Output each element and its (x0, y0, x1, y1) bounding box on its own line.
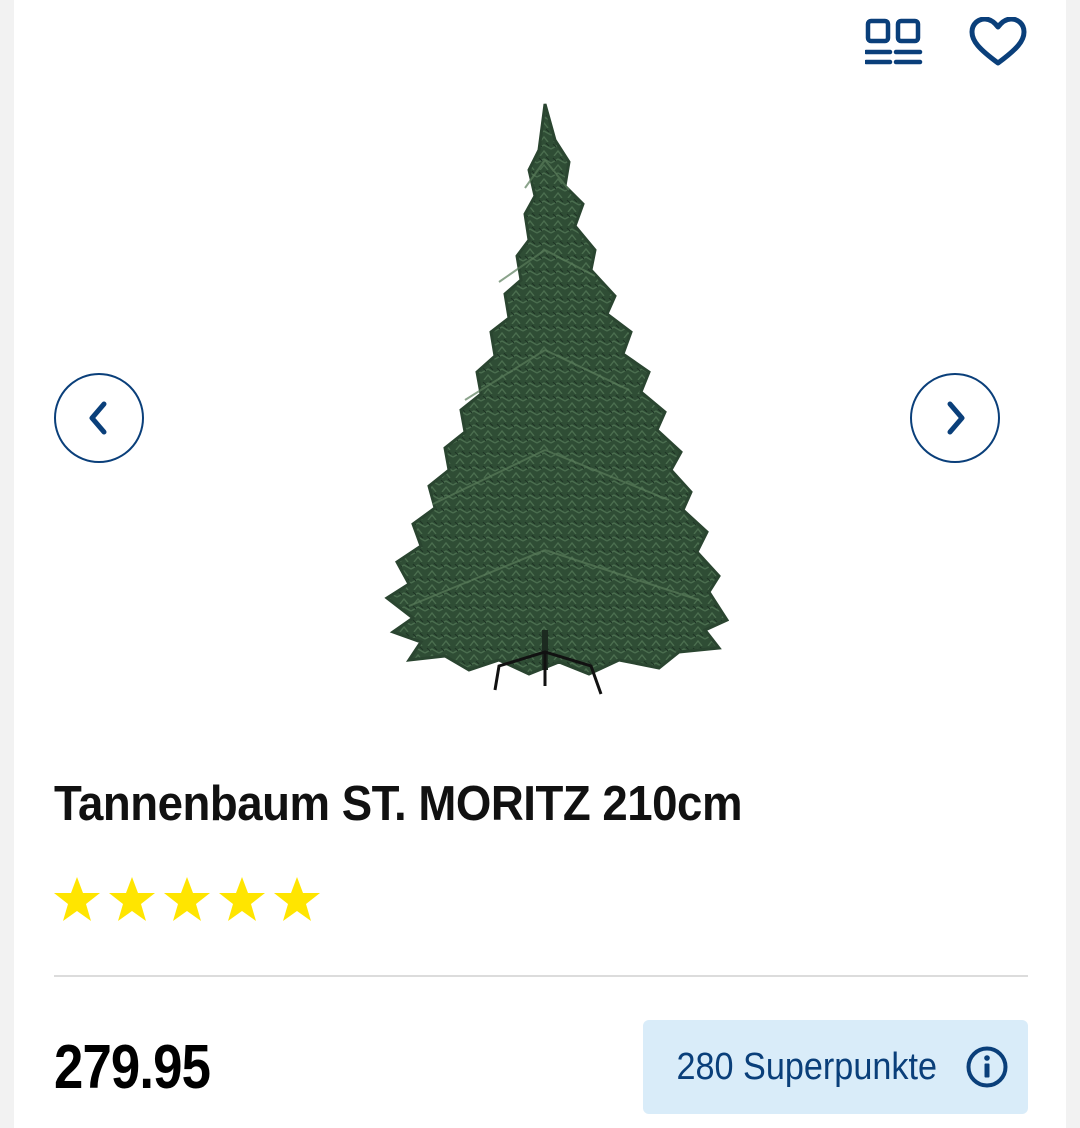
chevron-right-icon (947, 401, 965, 435)
gallery-next-button[interactable] (910, 373, 1000, 463)
wishlist-button[interactable] (968, 14, 1028, 70)
gallery-prev-button[interactable] (54, 373, 144, 463)
heart-icon (969, 17, 1027, 66)
divider (54, 975, 1028, 977)
product-price: 279.95 (54, 1033, 211, 1102)
star-rating[interactable] (52, 874, 322, 924)
christmas-tree-product-image (384, 103, 729, 695)
star-icon (274, 877, 320, 921)
star-icon (109, 877, 155, 921)
compare-button[interactable] (864, 14, 924, 70)
compare-icon (865, 18, 923, 65)
product-image-gallery (14, 90, 1066, 710)
product-title: Tannenbaum ST. MORITZ 210cm (54, 777, 742, 831)
superpunkte-badge[interactable]: 280 Superpunkte (643, 1020, 1028, 1114)
top-actions (864, 14, 1028, 70)
star-icon (164, 877, 210, 921)
star-icon (219, 877, 265, 921)
superpunkte-label: 280 Superpunkte (676, 1045, 937, 1088)
chevron-left-icon (89, 401, 107, 435)
star-icon (54, 877, 100, 921)
info-icon[interactable] (965, 1045, 1009, 1089)
product-card: Tannenbaum ST. MORITZ 210cm 279.95 280 S… (14, 0, 1066, 1128)
